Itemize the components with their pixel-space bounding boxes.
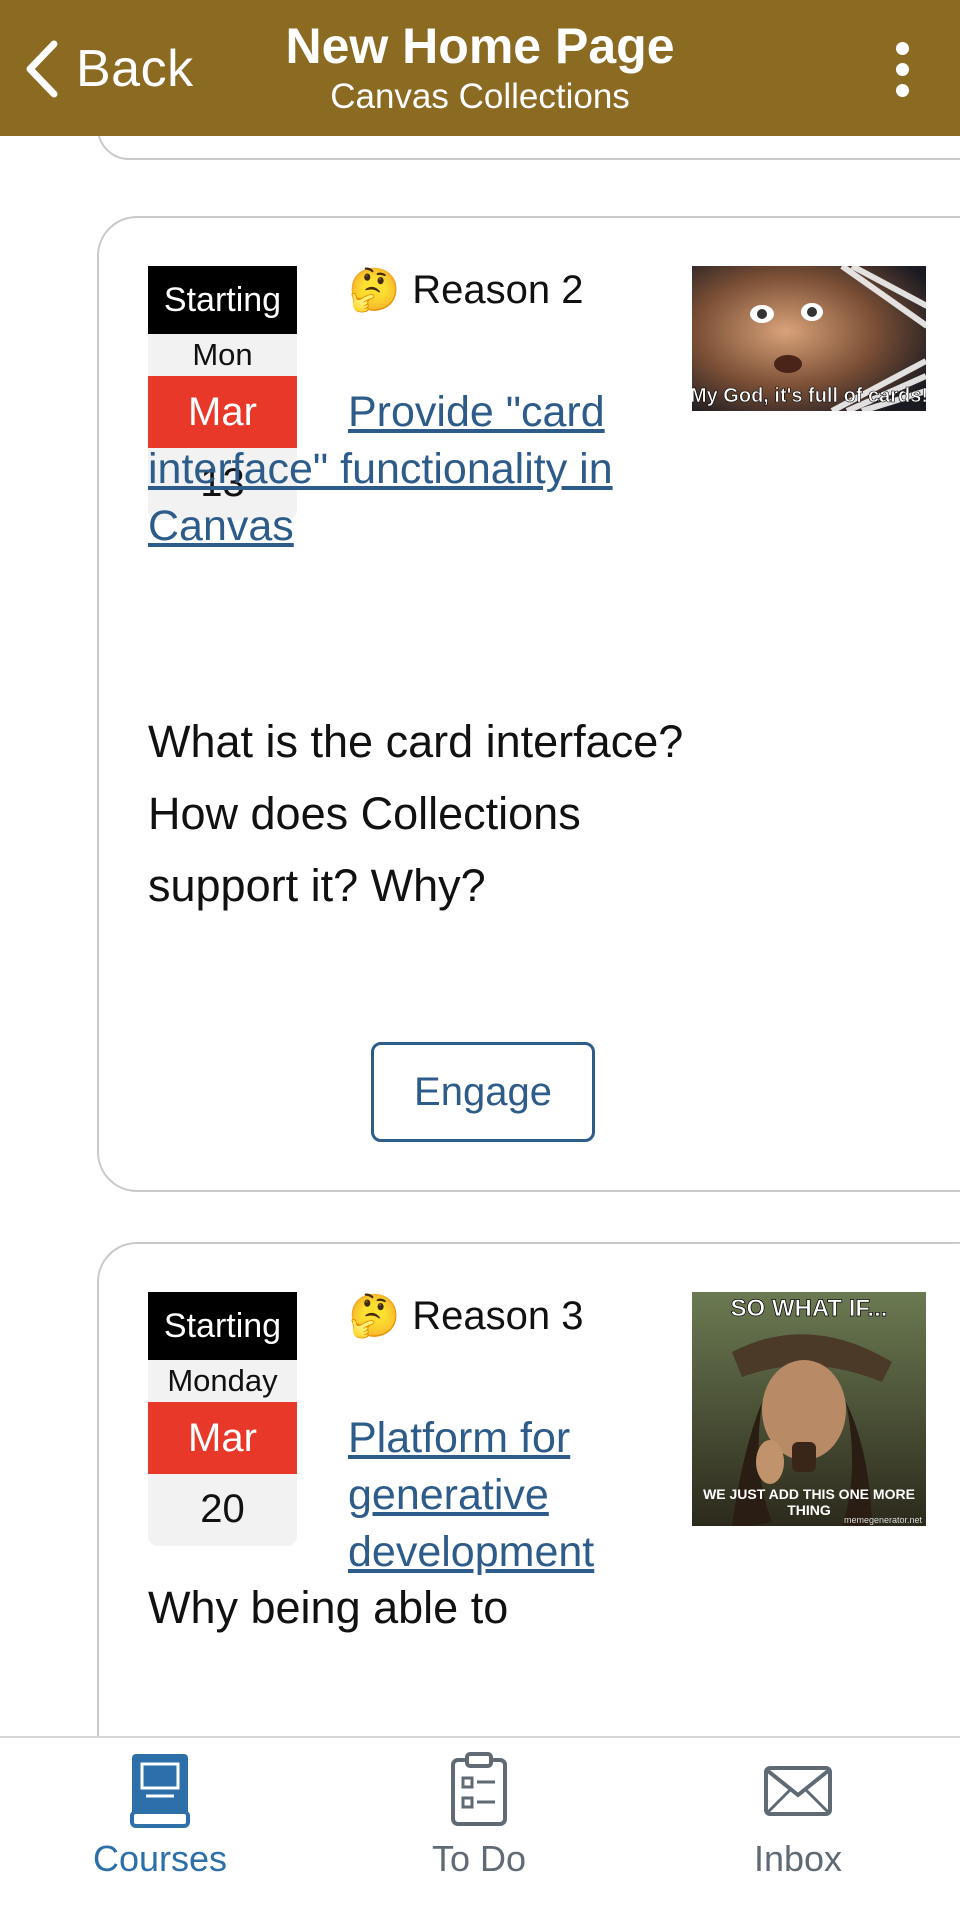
meme-top-caption: SO WHAT IF... <box>731 1295 888 1322</box>
meme-bottom-caption: WE JUST ADD THIS ONE MORE THING <box>703 1486 915 1518</box>
card-title-link[interactable]: Provide "card interface" functionality i… <box>148 384 678 555</box>
tab-label: Inbox <box>753 1838 843 1879</box>
app-header: Back New Home Page Canvas Collections <box>0 0 960 136</box>
tab-label: Courses <box>92 1838 228 1879</box>
date-starting-label: Starting <box>148 1292 297 1360</box>
tab-todo[interactable]: To Do <box>349 1752 609 1902</box>
collections-content[interactable]: Starting Mon Mar 13 🤔 Reason 2 Provide "… <box>0 136 960 1736</box>
previous-card <box>97 136 960 160</box>
reason-label-row: 🤔 Reason 2 <box>348 260 584 320</box>
date-badge: Starting Monday Mar 20 <box>148 1292 297 1546</box>
card-thumbnail-image[interactable]: My God, it's full of cards! <box>692 266 926 411</box>
reason-label-row: 🤔 Reason 3 <box>348 1286 584 1346</box>
tab-courses[interactable]: Courses <box>30 1752 290 1902</box>
collection-card: Starting Mon Mar 13 🤔 Reason 2 Provide "… <box>97 216 960 1192</box>
pirate-meme-image: SO WHAT IF... WE JUST ADD THIS ONE MORE … <box>692 1292 926 1526</box>
chevron-left-icon <box>26 40 58 98</box>
tab-inbox[interactable]: Inbox <box>668 1752 928 1902</box>
astronaut-helmet-image: My God, it's full of cards! <box>692 266 926 411</box>
envelope-icon <box>764 1766 832 1816</box>
thumbnail-caption: My God, it's full of cards! <box>692 385 926 407</box>
date-day: 20 <box>148 1474 297 1546</box>
clipboard-list-icon <box>451 1752 507 1826</box>
date-starting-label: Starting <box>148 266 297 334</box>
reason-label: Reason 2 <box>412 267 584 312</box>
reason-label: Reason 3 <box>412 1293 584 1338</box>
card-description: Why being able to <box>148 1582 509 1633</box>
date-month: Mar <box>148 1402 297 1474</box>
more-vertical-icon[interactable] <box>878 36 926 102</box>
book-icon <box>130 1754 190 1828</box>
card-title-link[interactable]: Platform for generative development <box>348 1410 678 1581</box>
date-day-of-week: Monday <box>148 1360 297 1402</box>
date-day-of-week: Mon <box>148 334 297 376</box>
thinking-face-icon: 🤔 <box>348 265 401 314</box>
back-button[interactable]: Back <box>22 34 194 104</box>
card-description: What is the card interface? How does Col… <box>148 716 684 911</box>
tab-label: To Do <box>431 1838 527 1879</box>
back-label: Back <box>76 40 194 98</box>
collection-card: Starting Monday Mar 20 🤔 Reason 3 Platfo… <box>97 1242 960 1736</box>
bottom-tab-bar: Courses To Do Inbox <box>0 1736 960 1916</box>
meme-watermark: memegenerator.net <box>844 1515 923 1525</box>
thinking-face-icon: 🤔 <box>348 1291 401 1340</box>
engage-button[interactable]: Engage <box>371 1042 595 1142</box>
card-thumbnail-image[interactable]: SO WHAT IF... WE JUST ADD THIS ONE MORE … <box>692 1292 926 1526</box>
